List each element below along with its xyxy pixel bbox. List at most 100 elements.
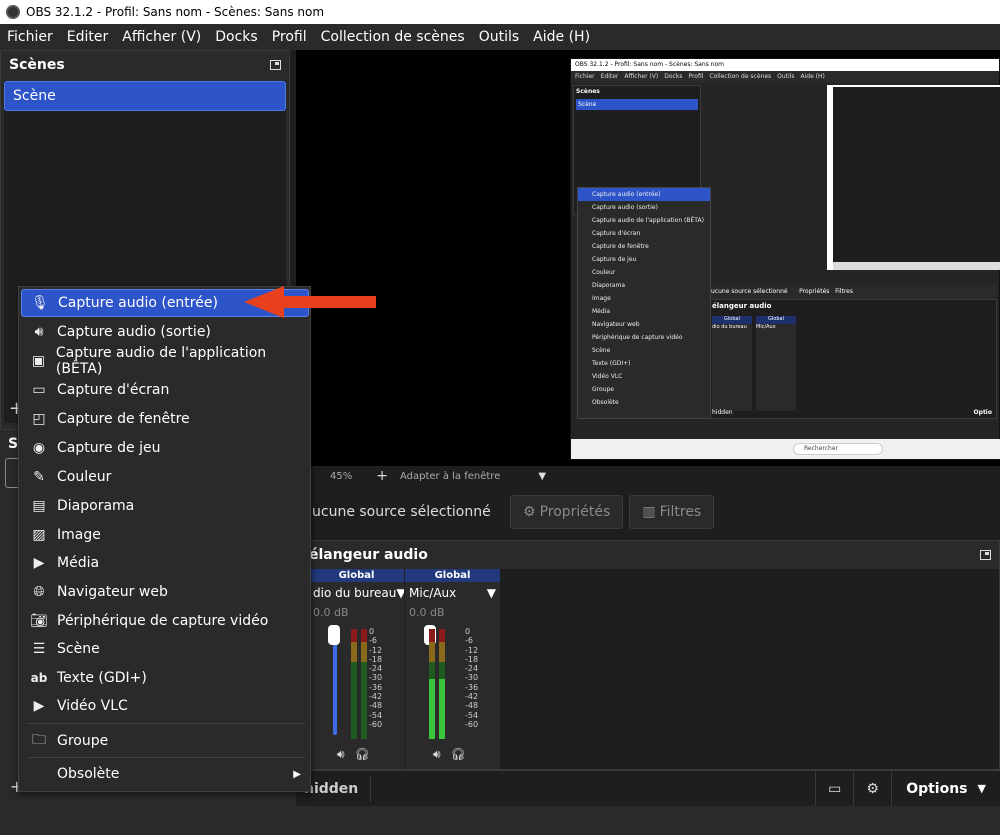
inner-ctx-item: Capture de jeu <box>592 256 637 263</box>
preview-toolbar: 45% + Adapter à la fenêtre ▼ <box>296 466 1000 486</box>
fit-dropdown-icon[interactable]: ▼ <box>538 471 546 482</box>
menu-item-label: Texte (GDI+) <box>57 670 147 686</box>
menu-aide[interactable]: Aide (H) <box>526 29 597 45</box>
menu-outils[interactable]: Outils <box>472 29 526 45</box>
scenes-header: Scènes <box>1 51 289 79</box>
meter-tick: -60 <box>369 719 383 729</box>
fit-window-label[interactable]: Adapter à la fenêtre <box>400 471 500 482</box>
menu-item-label: Capture d'écran <box>57 382 170 398</box>
inner-options: Optio <box>973 409 992 416</box>
options-button[interactable]: Options ▼ <box>891 771 1000 806</box>
layout-toggle-icon[interactable]: ▭ <box>815 771 853 806</box>
menu-item-color[interactable]: ✎ Couleur <box>21 463 309 491</box>
menu-item-obsolete[interactable]: Obsolète ▶ <box>21 760 309 788</box>
menu-item-label: Capture audio de l'application (BÊTA) <box>55 345 267 377</box>
app-audio-icon: ▣ <box>31 353 46 369</box>
menu-bar: Fichier Editer Afficher (V) Docks Profil… <box>0 24 1000 50</box>
menu-afficher[interactable]: Afficher (V) <box>115 29 208 45</box>
speaker-icon[interactable]: 🔊︎ <box>433 747 441 762</box>
channel-scope: Global <box>309 569 404 582</box>
level-meter <box>351 629 357 739</box>
title-bar: OBS 32.1.2 - Profil: Sans nom - Scènes: … <box>0 0 1000 24</box>
menu-item-label: Média <box>57 555 100 571</box>
menu-docks[interactable]: Docks <box>208 29 264 45</box>
meter-tick: -54 <box>369 710 383 720</box>
meter-tick: -24 <box>465 664 479 674</box>
monitor-icon: ▭ <box>32 382 46 398</box>
menu-item-browser[interactable]: 🌐︎ Navigateur web <box>21 578 309 606</box>
channel-device-dropdown[interactable]: dio du bureau ▼ <box>309 582 404 604</box>
scenes-title: Scènes <box>9 57 65 73</box>
speaker-icon: 🔊︎ <box>34 324 44 340</box>
menu-editer[interactable]: Editer <box>60 29 115 45</box>
undock-icon[interactable] <box>270 60 281 70</box>
level-meter <box>361 629 367 739</box>
headphones-icon[interactable]: 🎧︎ <box>355 747 370 762</box>
inner-ctx-item: Scène <box>592 347 611 354</box>
meter-tick: -12 <box>369 645 383 655</box>
menu-item-label: Diaporama <box>57 498 135 514</box>
channel-device-dropdown[interactable]: Mic/Aux ▼ <box>405 582 500 604</box>
menu-fichier[interactable]: Fichier <box>0 29 60 45</box>
inner-menu-item: Docks <box>664 73 683 80</box>
menu-item-window-capture[interactable]: ◰ Capture de fenêtre <box>21 405 309 433</box>
zoom-in-icon[interactable]: + <box>376 468 388 484</box>
inner-nested-taskbar <box>833 262 1000 270</box>
menu-item-game-capture[interactable]: ◉ Capture de jeu <box>21 434 309 462</box>
inner-ch2: Mic/Aux <box>756 324 776 330</box>
volume-knob[interactable] <box>328 625 340 645</box>
zoom-level: 45% <box>330 470 353 482</box>
menu-item-label: Obsolète <box>57 766 120 782</box>
scene-item[interactable]: Scène <box>4 81 286 111</box>
meter-fill <box>429 678 435 739</box>
meter-fill <box>439 678 445 739</box>
menu-item-audio-output[interactable]: 🔊︎ Capture audio (sortie) <box>21 318 309 346</box>
menu-item-group[interactable]: 🗀︎ Groupe <box>21 727 309 755</box>
inner-menu: Fichier Editer Afficher (V) Docks Profil Coll… <box>571 71 999 83</box>
headphones-icon[interactable]: 🎧︎ <box>451 747 466 762</box>
menu-divider <box>27 723 305 724</box>
inner-menu-item: Afficher (V) <box>624 73 659 80</box>
hidden-label[interactable]: hidden <box>304 781 370 797</box>
inner-ctx-item: Groupe <box>592 386 614 393</box>
menu-item-vlc[interactable]: ▶ Vidéo VLC <box>21 692 309 720</box>
menu-item-text[interactable]: ab Texte (GDI+) <box>21 664 309 692</box>
divider <box>370 775 371 802</box>
meter-tick: -6 <box>465 636 473 646</box>
inner-menu-item: Aide (H) <box>800 73 825 80</box>
menu-item-label: Capture de fenêtre <box>57 411 190 427</box>
speaker-icon[interactable]: 🔊︎ <box>337 747 345 762</box>
meter-ticks: 0 -6 -12 -18 -24 -30 -36 -42 -48 -54 -60 <box>465 627 478 729</box>
filters-button[interactable]: ▥ Filtres <box>629 495 715 529</box>
inner-menu-item: Collection de scènes <box>709 73 772 80</box>
inner-ctx-item: Texte (GDI+) <box>592 360 631 367</box>
menu-item-video-device[interactable]: 📷︎ Périphérique de capture vidéo <box>21 607 309 635</box>
menu-item-slideshow[interactable]: ▤ Diaporama <box>21 492 309 520</box>
menu-item-label: Périphérique de capture vidéo <box>57 613 269 629</box>
menu-item-screen-capture[interactable]: ▭ Capture d'écran <box>21 376 309 404</box>
menu-item-image[interactable]: ▨ Image <box>21 521 309 549</box>
inner-channel: Global Mic/Aux <box>756 316 796 411</box>
inner-title: OBS 32.1.2 - Profil: Sans nom - Scènes: … <box>571 59 999 71</box>
preview-canvas[interactable]: OBS 32.1.2 - Profil: Sans nom - Scènes: … <box>296 50 1000 470</box>
inner-ctx-item: Capture d'écran <box>592 230 641 237</box>
mixer-tools: ▭ ⚙ Options ▼ <box>815 771 1000 806</box>
menu-item-app-audio[interactable]: ▣ Capture audio de l'application (BÊTA) <box>21 345 309 377</box>
menu-item-scene[interactable]: ☰ Scène <box>21 635 309 663</box>
meter-tick: 0 <box>369 627 375 636</box>
inner-scenes-title: Scènes <box>576 88 600 95</box>
properties-button[interactable]: ⚙ Propriétés <box>510 495 624 529</box>
undock-icon[interactable] <box>980 550 991 560</box>
advanced-audio-icon[interactable]: ⚙ <box>853 771 891 806</box>
menu-collection[interactable]: Collection de scènes <box>314 29 472 45</box>
menu-item-media[interactable]: ▶ Média <box>21 549 309 577</box>
menu-item-label: Navigateur web <box>57 584 168 600</box>
audio-mixer-panel: élangeur audio Global dio du bureau ▼ 0.… <box>296 540 1000 770</box>
image-icon: ▨ <box>32 527 46 543</box>
list-icon: ☰ <box>32 641 46 657</box>
inner-scene-item: Scène <box>576 99 698 110</box>
channel-db: 0.0 dB <box>409 606 445 619</box>
level-meter <box>439 629 445 739</box>
menu-profil[interactable]: Profil <box>265 29 314 45</box>
inner-nested-screenshot <box>827 85 1000 270</box>
